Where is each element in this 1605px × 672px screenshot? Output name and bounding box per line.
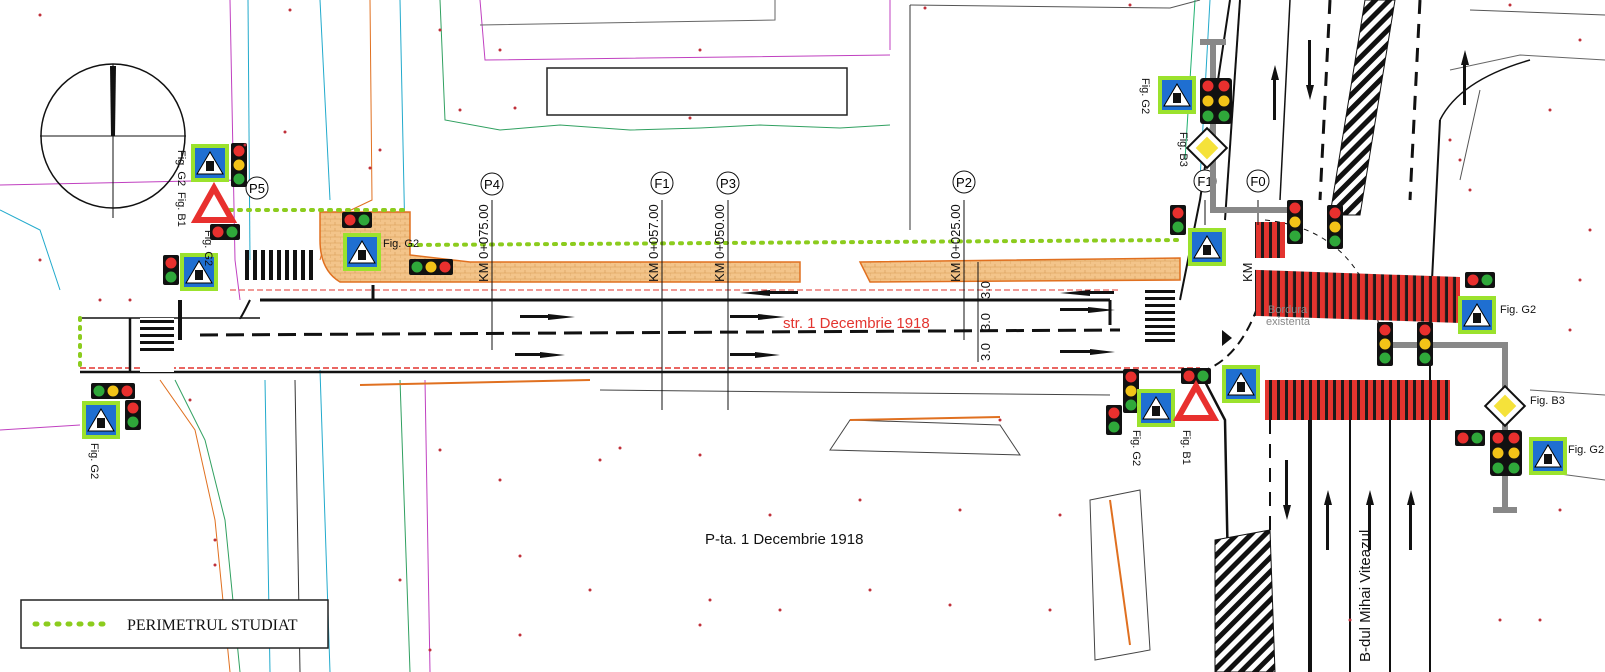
chainage-label: KM 0+025.00 [948, 204, 963, 282]
pedestrian-crossing-sign [1221, 364, 1261, 404]
svg-text:P5: P5 [249, 181, 265, 196]
traffic-light [409, 259, 453, 275]
svg-text:P4: P4 [484, 177, 500, 192]
sign-label: Fig. G2 [1568, 444, 1604, 456]
legend: PERIMETRUL STUDIAT [20, 599, 329, 649]
legend-label: PERIMETRUL STUDIAT [127, 617, 298, 634]
pedestrian-crossing-east [1145, 290, 1175, 342]
sign-label: Fig. B1 [175, 192, 187, 227]
pedestrian-crossing-sign [1528, 436, 1568, 476]
pedestrian-light [1455, 430, 1485, 446]
pedestrian-light [163, 255, 179, 285]
sign-label: Fig. B3 [1177, 132, 1189, 167]
pedestrian-light [342, 212, 372, 228]
yield-sign [196, 188, 232, 220]
priority-road-sign [1484, 385, 1526, 427]
profile-marker: F0 [1246, 169, 1270, 193]
pedestrian-crossing-sign [1457, 295, 1497, 335]
study-perimeter [78, 208, 1182, 374]
sign-label: Fig. G2 [383, 238, 419, 250]
road-curbs [80, 0, 1531, 672]
chainage-label: KM 0+050.00 [712, 204, 727, 282]
existing-curb-note: Bordura [1268, 304, 1308, 316]
sign-label: Fig. G2 [175, 150, 187, 186]
traffic-light [91, 383, 135, 399]
profile-marker: P4 [480, 172, 504, 196]
profile-marker: P5 [245, 176, 269, 200]
hatched-median-south [1214, 529, 1276, 672]
traffic-light [1287, 200, 1303, 244]
sign-label: Fig. B3 [1530, 395, 1565, 407]
traffic-light [231, 143, 247, 187]
pedestrian-crossing-sign [1157, 75, 1197, 115]
sign-label: Fig. G2 [1500, 304, 1536, 316]
north-arrow [40, 63, 186, 218]
square-label: P-ta. 1 Decembrie 1918 [705, 531, 863, 548]
sign-label: Fig. G2 [88, 443, 100, 479]
pedestrian-light [1465, 272, 1495, 288]
pedestrian-light [1170, 205, 1186, 235]
priority-road-sign [1186, 127, 1228, 169]
traffic-light [1123, 369, 1139, 413]
main-street-label: str. 1 Decembrie 1918 [783, 315, 930, 332]
lane-width: 3.0 [978, 343, 993, 361]
traffic-light [1417, 322, 1433, 366]
lane-width: 3.0 [978, 313, 993, 331]
sign-label: Fig. G2 [202, 230, 214, 266]
profile-marker: P3 [716, 171, 740, 195]
hatched-median-north [1329, 0, 1396, 216]
chainage-label: KM [1240, 263, 1255, 283]
site-plan-map: P5 P4 F1 P3 P2 F1 F0 KM 0+075.00 KM 0+05… [0, 0, 1605, 672]
red-crossing-south [1265, 380, 1450, 420]
profile-lines [491, 200, 1259, 410]
sign-label: Fig. G2 [1139, 78, 1151, 114]
svg-text:P2: P2 [956, 175, 972, 190]
sidewalk-paved-east [858, 257, 1181, 283]
building-outline [546, 67, 848, 116]
pedestrian-crossing-sign [342, 232, 382, 272]
pedestrian-light [125, 400, 141, 430]
profile-marker: P2 [952, 170, 976, 194]
pedestrian-crossing-sign [190, 143, 230, 183]
pedestrian-light [1106, 405, 1122, 435]
chainage-label: KM 0+075.00 [476, 204, 491, 282]
pedestrian-crossing-sign [1136, 388, 1176, 428]
svg-text:F1: F1 [654, 176, 669, 191]
pedestrian-crossing-sign [81, 400, 121, 440]
pedestrian-crossing-sign [1187, 227, 1227, 267]
sign-label: Fig. B1 [1180, 430, 1192, 465]
sign-label: Fig. G2 [1130, 430, 1142, 466]
profile-markers: P5 P4 F1 P3 P2 F1 F0 [245, 169, 1270, 200]
traffic-light [1377, 322, 1393, 366]
lane-width: 3.0 [978, 281, 993, 299]
boulevard-label: B-dul Mihai Viteazul [1357, 530, 1374, 662]
red-crossing-left [1255, 222, 1285, 258]
svg-text:F0: F0 [1250, 174, 1265, 189]
svg-text:P3: P3 [720, 176, 736, 191]
profile-marker: F1 [650, 171, 674, 195]
chainage-label: KM 0+057.00 [646, 204, 661, 282]
traffic-light [1327, 205, 1343, 249]
existing-curb-note-2: existenta [1266, 316, 1311, 328]
